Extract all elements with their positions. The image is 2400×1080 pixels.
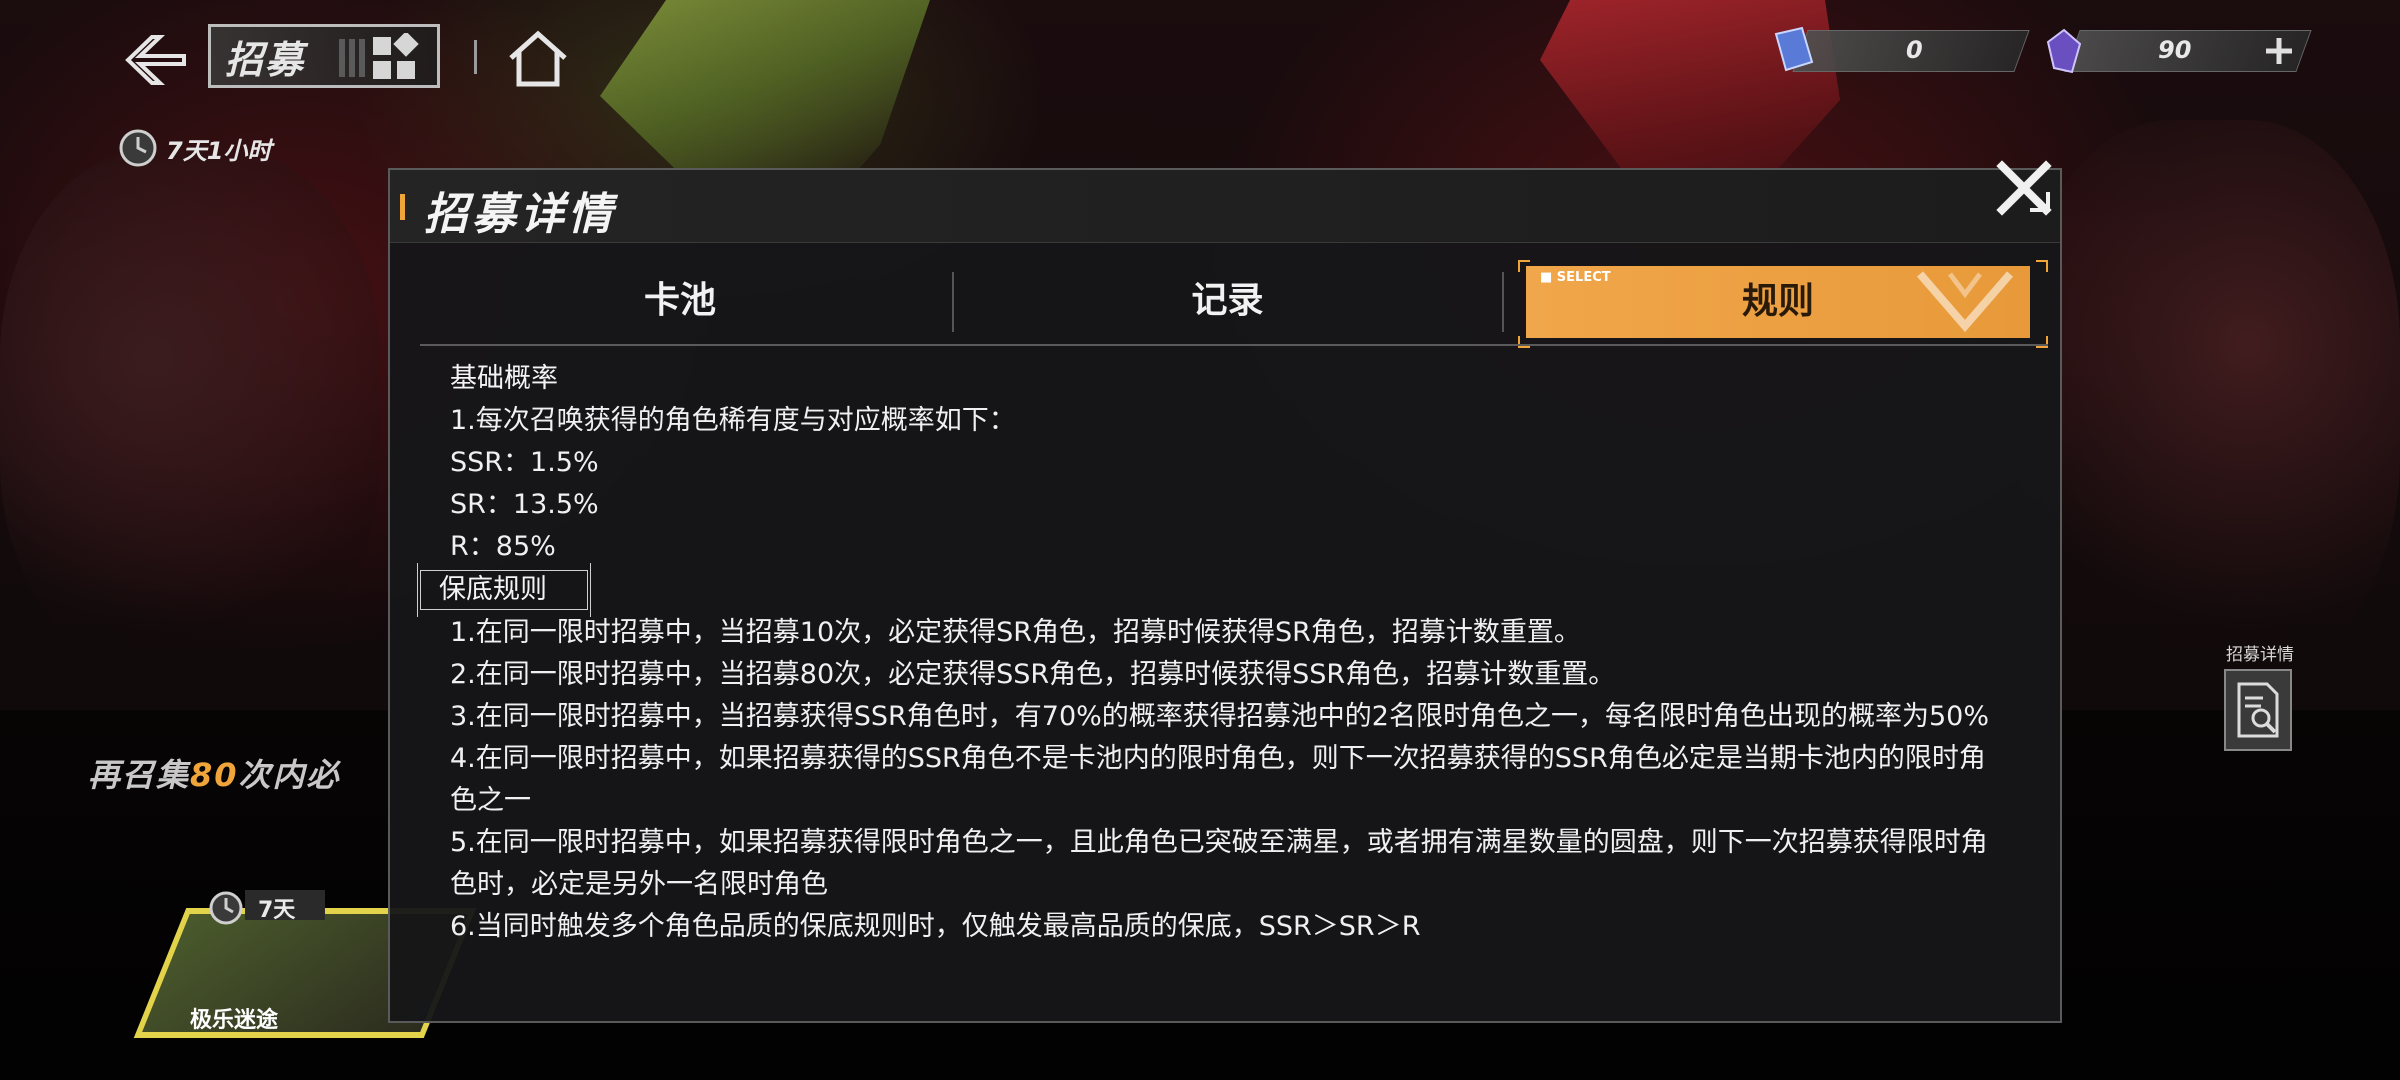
header-divider — [474, 40, 477, 74]
tab-rules[interactable]: ■ SELECT 规则 — [1526, 266, 2030, 338]
tab-rules-label: 规则 — [1741, 281, 1814, 322]
tab-select-label: ■ SELECT — [1540, 270, 1611, 285]
promo-number: 80 — [190, 756, 239, 794]
clock-icon — [119, 129, 157, 167]
tab-underline — [420, 344, 2048, 346]
rule-line: 2.在同一限时招募中，当招募80次，必定获得SSR角色，招募时候获得SSR角色，… — [450, 659, 1616, 690]
banner-name: 极乐迷途 — [190, 1008, 279, 1033]
banner-days-text: 7天 — [258, 898, 296, 923]
modal-title-accent — [400, 194, 405, 220]
event-timer-text: 7天1小时 — [166, 136, 272, 165]
promo-suffix: 次内必 — [238, 756, 341, 794]
rule-line: 6.当同时触发多个角色品质的保底规则时，仅触发最高品质的保底，SSR＞SR＞R — [450, 911, 1421, 942]
tab-records[interactable]: 记录 — [965, 262, 1490, 340]
tab-corner-decoration — [1518, 336, 1530, 348]
rule-line: 3.在同一限时招募中，当招募获得SSR角色时，有70%的概率获得招募池中的2名限… — [450, 701, 1989, 732]
tab-corner-decoration — [2036, 260, 2048, 272]
back-button[interactable] — [120, 30, 190, 90]
tab-pool[interactable]: 卡池 — [420, 262, 940, 340]
back-arrow-icon — [125, 35, 186, 85]
clock-icon — [209, 891, 243, 925]
event-timer: 7天1小时 — [118, 128, 271, 168]
rule-line: 1.每次召唤获得的角色稀有度与对应概率如下： — [450, 405, 1016, 436]
close-button[interactable] — [1990, 156, 2056, 222]
banner-days: 7天 — [208, 890, 295, 926]
tab-corner-decoration — [2036, 336, 2048, 348]
tab-corner-decoration — [1518, 260, 1530, 272]
close-icon — [1996, 160, 2052, 216]
chevron-decoration-icon — [1916, 271, 2014, 333]
recruit-details-modal: 招募详情 卡池 记录 ■ SELECT 规则 基础概率 1.每次召唤获得的角色稀… — [388, 160, 2062, 1023]
ticket-icon — [1774, 26, 1814, 72]
promo-prefix: 再召集 — [88, 756, 191, 794]
rule-line: 1.在同一限时招募中，当招募10次，必定获得SR角色，招募时候获得SR角色，招募… — [450, 617, 1581, 648]
background-mech-left — [0, 150, 380, 670]
modal-title: 招募详情 — [424, 189, 616, 240]
recruit-details-button[interactable]: 招募详情 — [2224, 640, 2296, 751]
home-icon — [509, 30, 567, 87]
crystal-icon — [2046, 28, 2082, 74]
currency-value-ticket: 0 — [1906, 36, 1923, 64]
background-mech-right — [2020, 120, 2400, 680]
page-title: 招募 — [225, 37, 306, 82]
rate-sr: SR：13.5% — [450, 489, 599, 520]
tab-separator — [1502, 272, 1504, 332]
rate-ssr: SSR：1.5% — [450, 447, 599, 478]
tab-separator — [952, 272, 954, 332]
currency-value-crystal: 90 — [2158, 36, 2192, 64]
grid-icon — [339, 33, 419, 79]
rules-content: 基础概率 1.每次召唤获得的角色稀有度与对应概率如下： SSR：1.5% SR：… — [417, 358, 2010, 948]
recruit-details-label: 招募详情 — [2226, 645, 2294, 665]
page-title-box: 招募 — [208, 24, 440, 88]
modal-tabs: 卡池 记录 ■ SELECT 规则 — [420, 260, 2048, 348]
section-heading-base-rates: 基础概率 — [450, 363, 558, 394]
home-button[interactable] — [505, 30, 575, 90]
section-heading-pity: 保底规则 — [417, 563, 591, 617]
pity-promo-text: 再召集80次内必 — [88, 750, 341, 796]
modal-header: 招募详情 — [390, 170, 2060, 243]
document-search-icon — [2224, 669, 2292, 751]
rule-line: 5.在同一限时招募中，如果招募获得限时角色之一，且此角色已突破至满星，或者拥有满… — [450, 827, 1988, 900]
add-currency-button[interactable] — [2264, 36, 2294, 66]
rate-r: R：85% — [450, 531, 556, 562]
rule-line: 4.在同一限时招募中，如果招募获得的SSR角色不是卡池内的限时角色，则下一次招募… — [450, 743, 1986, 816]
